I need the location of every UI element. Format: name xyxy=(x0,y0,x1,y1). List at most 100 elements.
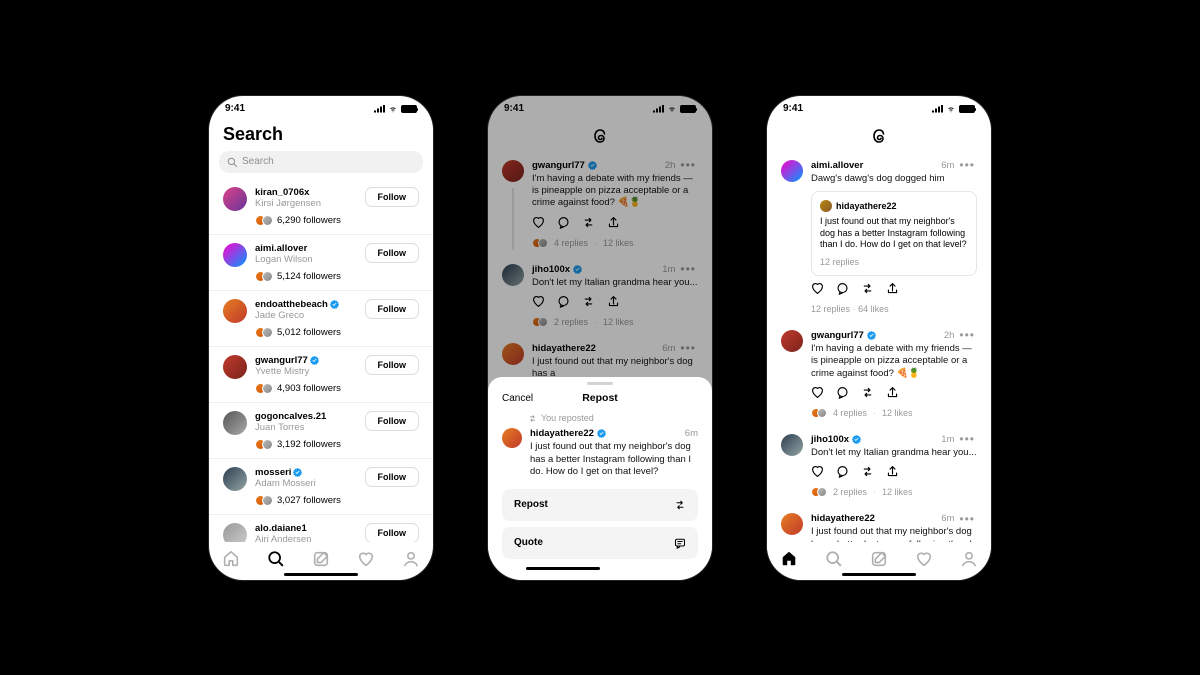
user-row[interactable]: endoatthebeach Jade Greco 5,012 follower… xyxy=(209,290,433,346)
avatar[interactable] xyxy=(223,243,247,267)
more-button[interactable]: ••• xyxy=(957,515,977,523)
sheet-post-preview: You reposted hidayathere22 6m I just fou… xyxy=(488,413,712,478)
avatar[interactable] xyxy=(223,523,247,542)
facepile xyxy=(255,271,273,282)
like-button[interactable] xyxy=(811,465,824,481)
post-actions xyxy=(811,282,977,298)
avatar[interactable] xyxy=(781,330,803,352)
nav-activity[interactable] xyxy=(357,550,375,573)
username: gogoncalves.21 xyxy=(255,411,357,422)
search-input[interactable]: Search xyxy=(219,151,423,173)
user-list[interactable]: kiran_0706x Kirsi Jørgensen 6,290 follow… xyxy=(209,179,433,542)
bottom-nav xyxy=(767,542,991,580)
quote-button[interactable]: Quote xyxy=(502,527,698,559)
replies-count[interactable]: 2 replies xyxy=(833,487,867,497)
repost-button[interactable] xyxy=(861,465,874,481)
post-meta: 4 replies· 12 likes xyxy=(811,408,977,418)
verified-icon xyxy=(310,356,319,365)
facepile xyxy=(255,439,273,450)
avatar[interactable] xyxy=(223,467,247,491)
user-row[interactable]: alo.daiane1 Airi Andersen Follow xyxy=(209,514,433,542)
phone-search-screen: 9:41 Search Search kiran_0706x Kirsi Jør… xyxy=(209,96,433,580)
avatar[interactable] xyxy=(223,411,247,435)
repost-button[interactable]: Repost xyxy=(502,489,698,521)
follow-button[interactable]: Follow xyxy=(365,523,420,542)
nav-search[interactable] xyxy=(267,550,285,573)
post-username[interactable]: jiho100x xyxy=(811,434,849,445)
post[interactable]: gwangurl77 2h ••• I'm having a debate wi… xyxy=(767,322,991,426)
status-bar: 9:41 xyxy=(767,96,991,122)
user-row[interactable]: mosseri Adam Mosseri 3,027 followers Fol… xyxy=(209,458,433,514)
more-button[interactable]: ••• xyxy=(957,435,977,443)
replies-count[interactable]: 4 replies xyxy=(833,408,867,418)
wifi-icon xyxy=(946,105,956,113)
post-username[interactable]: hidayathere22 xyxy=(530,428,594,439)
user-row[interactable]: gwangurl77 Yvette Mistry 4,903 followers… xyxy=(209,346,433,402)
follow-button[interactable]: Follow xyxy=(365,187,420,207)
user-row[interactable]: aimi.allover Logan Wilson 5,124 follower… xyxy=(209,234,433,290)
nav-search[interactable] xyxy=(825,550,843,573)
post-username[interactable]: aimi.allover xyxy=(811,160,863,171)
repost-button[interactable] xyxy=(861,282,874,298)
follow-button[interactable]: Follow xyxy=(365,467,420,487)
nav-compose[interactable] xyxy=(312,550,330,573)
user-row[interactable]: gogoncalves.21 Juan Torres 3,192 followe… xyxy=(209,402,433,458)
avatar[interactable] xyxy=(223,187,247,211)
username: alo.daiane1 xyxy=(255,523,357,534)
follow-button[interactable]: Follow xyxy=(365,243,420,263)
user-fullname: Juan Torres xyxy=(255,422,357,433)
user-fullname: Airi Andersen xyxy=(255,534,357,542)
wifi-icon xyxy=(388,105,398,113)
post-username[interactable]: gwangurl77 xyxy=(811,330,864,341)
nav-compose[interactable] xyxy=(870,550,888,573)
username: endoatthebeach xyxy=(255,299,357,310)
followers-count: 3,027 followers xyxy=(277,495,341,506)
post[interactable]: jiho100x 1m ••• Don't let my Italian gra… xyxy=(767,426,991,505)
reply-button[interactable] xyxy=(836,282,849,298)
home-indicator xyxy=(284,573,358,576)
more-button[interactable]: ••• xyxy=(957,331,977,339)
followers-count: 5,124 followers xyxy=(277,271,341,282)
verified-icon xyxy=(597,429,606,438)
avatar[interactable] xyxy=(223,299,247,323)
like-button[interactable] xyxy=(811,282,824,298)
likes-count[interactable]: 12 likes xyxy=(882,487,913,497)
nav-profile[interactable] xyxy=(960,550,978,573)
nav-home[interactable] xyxy=(222,550,240,573)
avatar[interactable] xyxy=(781,513,803,535)
follow-button[interactable]: Follow xyxy=(365,299,420,319)
feed[interactable]: aimi.allover 6m ••• Dawg's dawg's dog do… xyxy=(767,152,991,542)
quote-card[interactable]: hidayathere22 I just found out that my n… xyxy=(811,191,977,276)
you-reposted-label: You reposted xyxy=(528,413,698,423)
user-row[interactable]: kiran_0706x Kirsi Jørgensen 6,290 follow… xyxy=(209,179,433,234)
replies-count[interactable]: 12 replies xyxy=(811,304,850,314)
share-button[interactable] xyxy=(886,465,899,481)
reply-button[interactable] xyxy=(836,465,849,481)
post-username[interactable]: hidayathere22 xyxy=(811,513,875,524)
follow-button[interactable]: Follow xyxy=(365,355,420,375)
follow-button[interactable]: Follow xyxy=(365,411,420,431)
followers-row: 4,903 followers xyxy=(255,383,357,394)
user-fullname: Yvette Mistry xyxy=(255,366,357,377)
status-indicators xyxy=(374,105,417,113)
cancel-button[interactable]: Cancel xyxy=(502,393,533,404)
likes-count[interactable]: 12 likes xyxy=(882,408,913,418)
nav-profile[interactable] xyxy=(402,550,420,573)
user-fullname: Adam Mosseri xyxy=(255,478,357,489)
avatar[interactable] xyxy=(781,160,803,182)
nav-home[interactable] xyxy=(780,550,798,573)
post[interactable]: aimi.allover 6m ••• Dawg's dawg's dog do… xyxy=(767,152,991,322)
repost-button[interactable] xyxy=(861,386,874,402)
nav-activity[interactable] xyxy=(915,550,933,573)
post[interactable]: hidayathere22 6m ••• I just found out th… xyxy=(767,505,991,541)
avatar[interactable] xyxy=(781,434,803,456)
post-body: Don't let my Italian grandma hear you... xyxy=(811,447,977,459)
likes-count[interactable]: 64 likes xyxy=(858,304,889,314)
share-button[interactable] xyxy=(886,282,899,298)
share-button[interactable] xyxy=(886,386,899,402)
quote-meta: 12 replies xyxy=(820,257,968,267)
like-button[interactable] xyxy=(811,386,824,402)
reply-button[interactable] xyxy=(836,386,849,402)
more-button[interactable]: ••• xyxy=(957,161,977,169)
avatar[interactable] xyxy=(223,355,247,379)
